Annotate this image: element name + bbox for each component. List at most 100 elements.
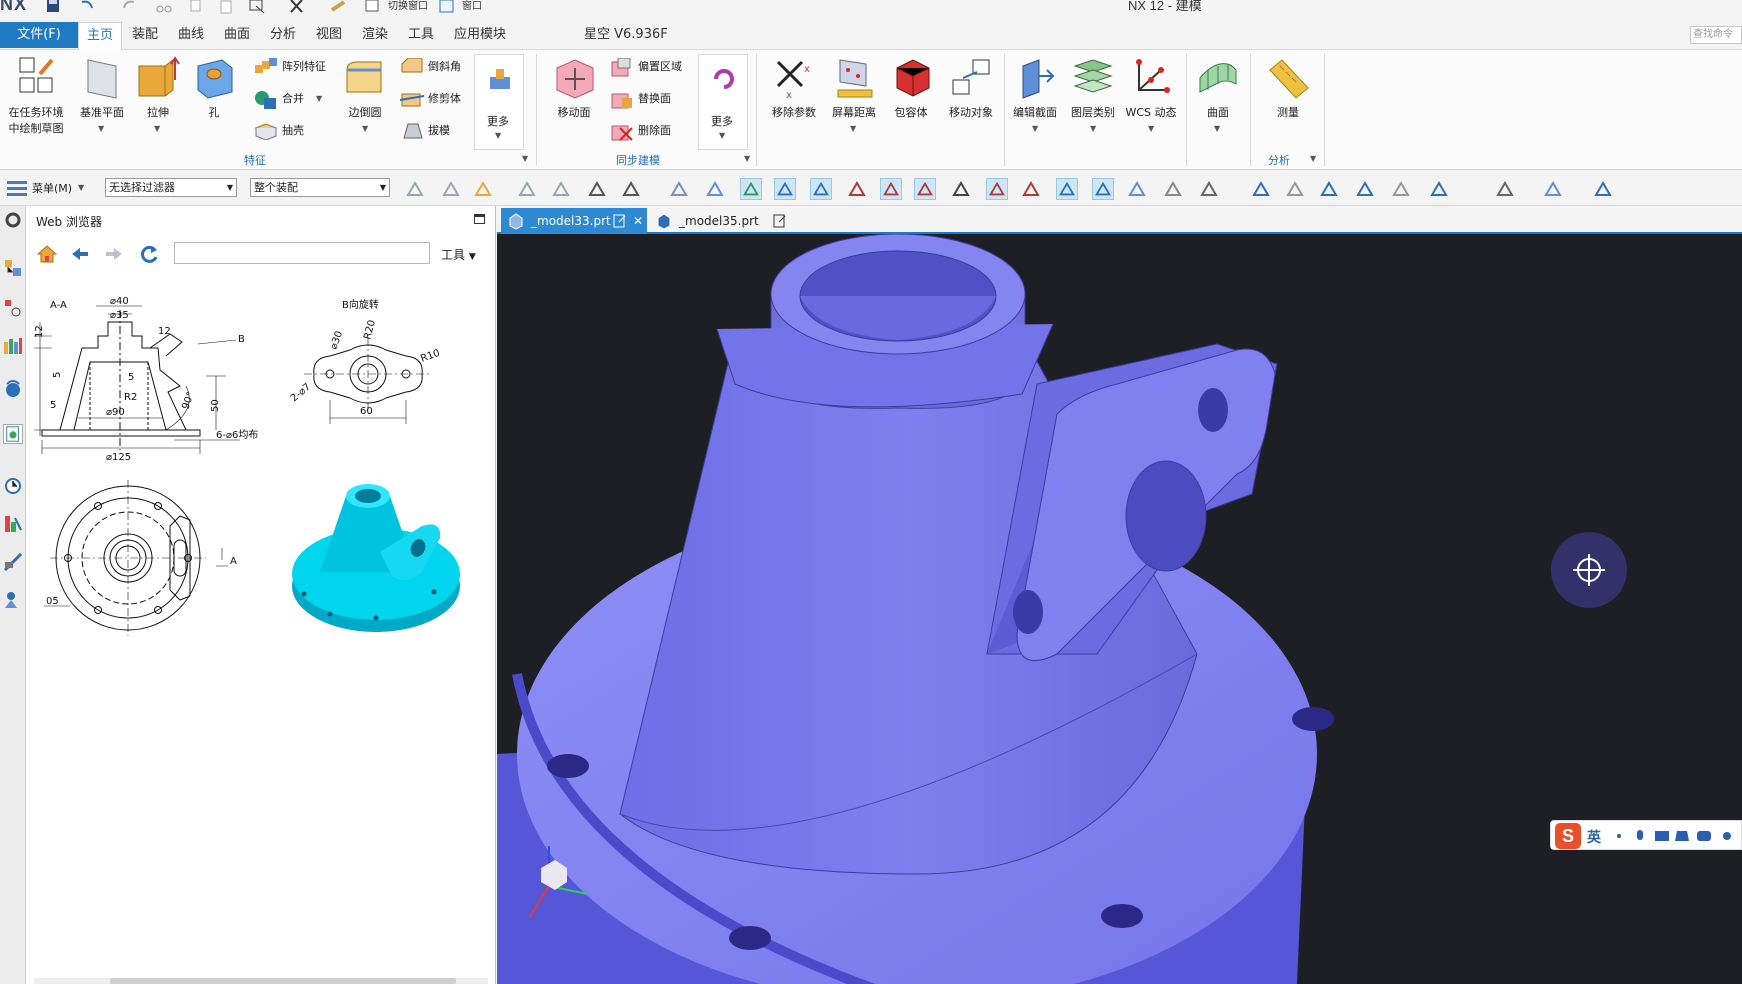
switch-window-icon[interactable]	[364, 0, 382, 14]
group-expand-sync-icon[interactable]: ▼	[744, 154, 750, 163]
type-filter-select[interactable]: 无选择过滤器 ▼	[105, 178, 237, 197]
assembly-navigator-icon[interactable]	[3, 258, 23, 278]
tab-assembly[interactable]: 装配	[124, 22, 166, 50]
tab-surface[interactable]: 曲面	[216, 22, 258, 50]
settings-icon[interactable]	[3, 210, 23, 230]
tab-curve[interactable]: 曲线	[170, 22, 212, 50]
snap-point-icon[interactable]	[472, 178, 494, 200]
section-view-icon[interactable]	[1592, 178, 1614, 200]
command-search-input[interactable]: 查找命令	[1690, 26, 1742, 44]
curve-icon[interactable]	[846, 178, 868, 200]
tools-menu[interactable]: 工具 ▼	[441, 246, 476, 263]
view-layout-icon[interactable]	[1390, 178, 1412, 200]
sketch-in-task-environment-button[interactable]: 在任务环境 中绘制草图	[4, 56, 68, 136]
address-input[interactable]	[174, 242, 430, 264]
web-browser-icon[interactable]	[3, 424, 23, 444]
refresh-icon[interactable]	[138, 244, 160, 264]
move-object-button[interactable]: 移动对象	[940, 56, 1002, 120]
point-on-curve-icon[interactable]	[1092, 178, 1114, 200]
pattern-feature-button[interactable]: 阵列特征	[254, 56, 354, 78]
remove-parameters-button[interactable]: xx 移除参数	[766, 56, 822, 120]
selection-scope-select[interactable]: 整个装配 ▼	[250, 178, 390, 197]
quadrant-icon[interactable]	[1020, 178, 1042, 200]
bounding-body-button[interactable]: 包容体	[884, 56, 938, 120]
repeat-command-icon[interactable]	[248, 0, 266, 14]
cut-icon[interactable]	[155, 0, 173, 14]
zoom-icon[interactable]	[1284, 178, 1306, 200]
forward-arrow-icon[interactable]	[104, 246, 124, 262]
move-handle-icon[interactable]	[516, 178, 538, 200]
doc-tab-model35[interactable]: _model35.prt	[649, 208, 789, 234]
tab-options-icon[interactable]	[613, 214, 627, 228]
polyline-icon[interactable]	[880, 178, 902, 200]
snap-all-icon[interactable]	[740, 178, 762, 200]
move-face-button[interactable]: 移动面	[550, 56, 598, 120]
offset-region-button[interactable]: 偏置区域	[610, 56, 690, 78]
group-expand-feature-icon[interactable]: ▼	[522, 154, 528, 163]
shell-button[interactable]: 抽壳	[254, 120, 354, 142]
copy-icon[interactable]	[188, 0, 206, 14]
delete-face-button[interactable]: 删除面	[610, 120, 690, 142]
menu-icon[interactable]	[6, 179, 28, 197]
more-features-button[interactable]: 更多 ▼	[474, 54, 524, 150]
trim-body-button[interactable]: 修剪体	[400, 88, 470, 110]
home-icon[interactable]	[36, 244, 58, 264]
fit-icon[interactable]	[1250, 178, 1272, 200]
intersection-icon[interactable]	[1056, 178, 1078, 200]
pan-icon[interactable]	[1354, 178, 1376, 200]
menu-button[interactable]: 菜单(M)	[32, 180, 72, 196]
horizontal-scrollbar[interactable]	[34, 978, 488, 984]
midpoint-icon[interactable]	[810, 178, 832, 200]
constraint-navigator-icon[interactable]	[3, 298, 23, 318]
deselect-icon[interactable]	[440, 178, 462, 200]
maximize-panel-icon[interactable]	[474, 214, 485, 224]
touch-mode-icon[interactable]	[330, 0, 348, 14]
wcs-dynamic-button[interactable]: WCS 动态 ▼	[1122, 56, 1180, 133]
window-icon[interactable]	[438, 0, 456, 14]
extrude-button[interactable]: 拉伸 ▼	[132, 56, 184, 133]
redo-icon[interactable]	[120, 0, 138, 14]
rotate-view-icon[interactable]	[1318, 178, 1340, 200]
tab-options-icon[interactable]	[773, 214, 787, 228]
back-arrow-icon[interactable]	[70, 246, 90, 262]
datum-plane-button[interactable]: 基准平面 ▼	[72, 56, 132, 133]
edit-section-button[interactable]: 编辑截面 ▼	[1006, 56, 1064, 133]
surface-button[interactable]: 曲面 ▼	[1192, 56, 1244, 133]
layer-category-button[interactable]: 图层类别 ▼	[1064, 56, 1122, 133]
tab-tools[interactable]: 工具	[400, 22, 442, 50]
hole-button[interactable]: 孔	[190, 56, 238, 120]
rotate-handle-icon[interactable]	[550, 178, 572, 200]
ime-language[interactable]: 英	[1587, 827, 1601, 847]
tab-home[interactable]: 主页	[78, 22, 123, 50]
perpendicular-icon[interactable]	[950, 178, 972, 200]
palette-icon[interactable]	[3, 514, 23, 534]
render-style-icon[interactable]	[1494, 178, 1516, 200]
bounded-grid-icon[interactable]	[1162, 178, 1184, 200]
endpoint-icon[interactable]	[774, 178, 796, 200]
face-icon[interactable]	[704, 178, 726, 200]
chevron-down-icon[interactable]: ▼	[78, 183, 84, 192]
reuse-library-icon[interactable]	[3, 378, 23, 398]
replace-face-button[interactable]: 替换面	[610, 88, 690, 110]
part-navigator-icon[interactable]	[3, 336, 23, 356]
group-expand-analysis-icon[interactable]: ▼	[1310, 154, 1316, 163]
paste-icon[interactable]	[218, 0, 236, 14]
undo-icon[interactable]	[78, 0, 96, 14]
tab-render[interactable]: 渲染	[354, 22, 396, 50]
edge-blend-button[interactable]: 边倒圆 ▼	[340, 56, 390, 133]
save-icon[interactable]	[44, 0, 62, 14]
orient-view-icon[interactable]	[1428, 178, 1450, 200]
process-studio-icon[interactable]	[3, 552, 23, 572]
grid-icon[interactable]	[1198, 178, 1220, 200]
select-body-icon[interactable]	[586, 178, 608, 200]
select-feature-icon[interactable]	[404, 178, 426, 200]
tab-xingkong-plugin[interactable]: 星空 V6.936F	[576, 22, 676, 50]
chamfer-button[interactable]: 倒斜角	[400, 56, 470, 78]
file-menu-button[interactable]: 文件(F)	[0, 22, 78, 48]
solid-icon[interactable]	[668, 178, 690, 200]
edge-style-icon[interactable]	[1542, 178, 1564, 200]
switch-window-label[interactable]: 切换窗口	[388, 0, 428, 12]
rectangle-select-icon[interactable]	[620, 178, 642, 200]
measure-button[interactable]: 测量	[1262, 56, 1314, 120]
draft-button[interactable]: 拔模	[400, 120, 470, 142]
